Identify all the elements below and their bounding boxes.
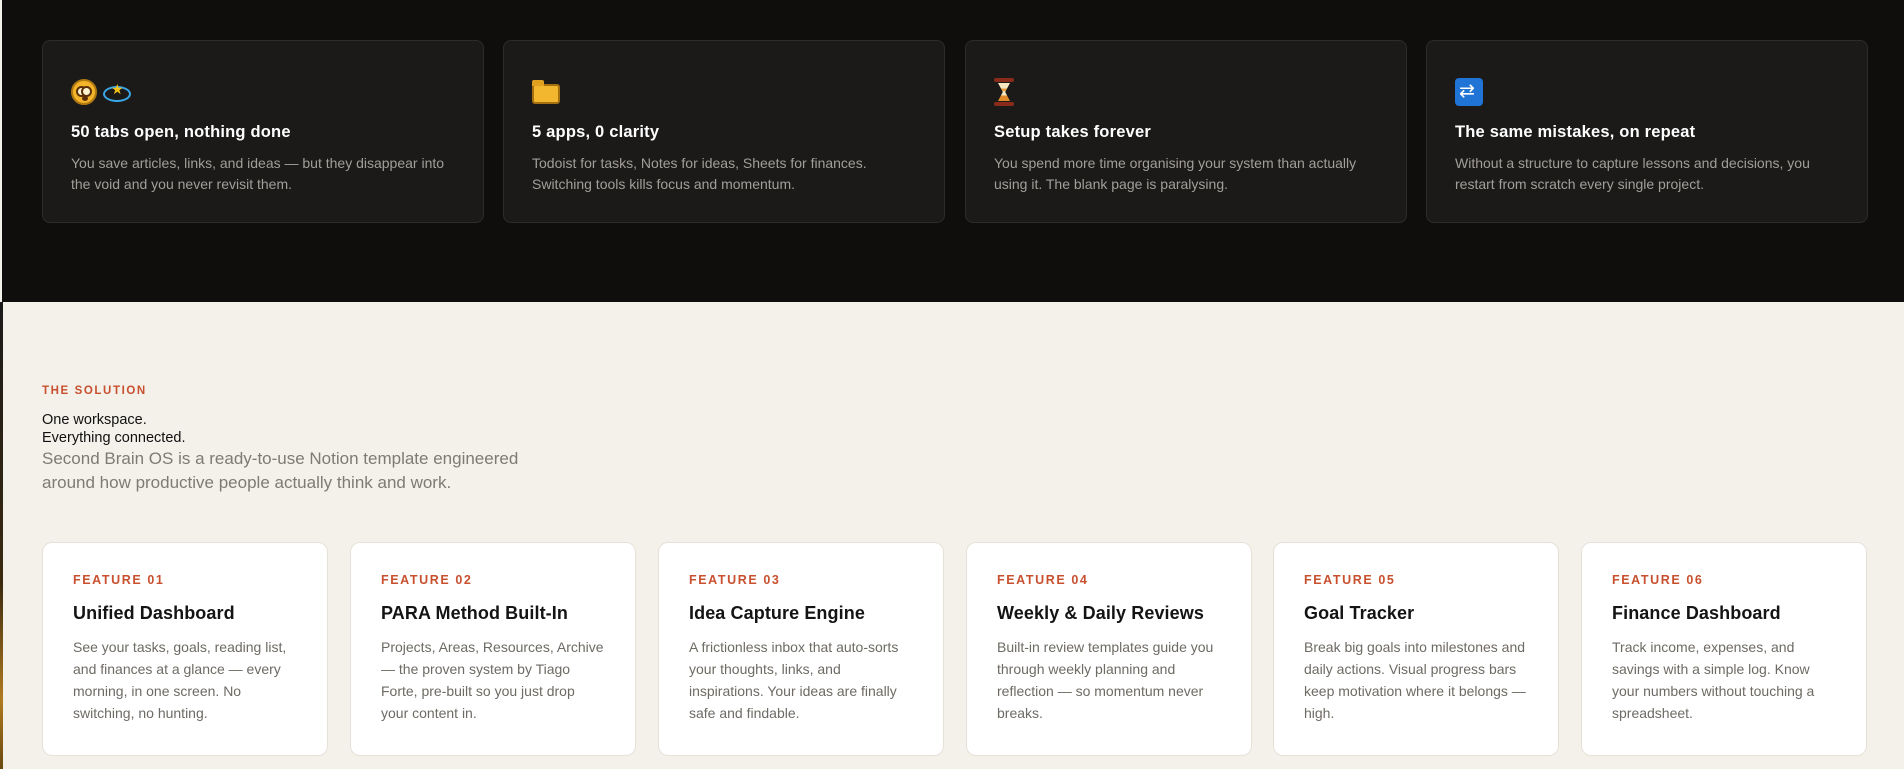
feature-title: Unified Dashboard	[73, 603, 235, 623]
feature-card: FEATURE 03 Idea Capture Engine A frictio…	[658, 542, 944, 756]
feature-description: See your tasks, goals, reading list, and…	[73, 639, 287, 721]
feature-card: FEATURE 02 PARA Method Built-In Projects…	[350, 542, 636, 756]
problem-title: Setup takes forever	[994, 123, 1151, 141]
problem-description: You spend more time organising your syst…	[994, 155, 1357, 192]
feature-title: Idea Capture Engine	[689, 603, 865, 623]
section-subheadline: Second Brain OS is a ready-to-use Notion…	[42, 449, 519, 492]
feature-card: FEATURE 01 Unified Dashboard See your ta…	[42, 542, 328, 756]
problem-card-mistakes: The same mistakes, on repeat Without a s…	[1426, 40, 1868, 223]
problem-card-apps: 5 apps, 0 clarity Todoist for tasks, Not…	[503, 40, 945, 223]
feature-card: FEATURE 05 Goal Tracker Break big goals …	[1273, 542, 1559, 756]
section-eyebrow: THE SOLUTION	[42, 385, 147, 397]
problem-description: You save articles, links, and ideas — bu…	[71, 155, 445, 192]
feature-title: Goal Tracker	[1304, 603, 1415, 623]
dizzy-icon	[101, 79, 131, 105]
problem-card-tabs: 50 tabs open, nothing done You save arti…	[42, 40, 484, 223]
problems-section: 50 tabs open, nothing done You save arti…	[2, 0, 1904, 302]
hourglass-icon	[994, 78, 1014, 106]
feature-number: FEATURE 05	[1304, 573, 1396, 587]
problem-card-setup: Setup takes forever You spend more time …	[965, 40, 1407, 223]
problem-description: Todoist for tasks, Notes for ideas, Shee…	[532, 155, 867, 192]
feature-title: Finance Dashboard	[1612, 603, 1781, 623]
feature-number: FEATURE 04	[997, 573, 1089, 587]
feature-description: Projects, Areas, Resources, Archive — th…	[381, 639, 604, 721]
feature-title: PARA Method Built-In	[381, 603, 568, 623]
feature-title: Weekly & Daily Reviews	[997, 603, 1204, 623]
problem-title: 5 apps, 0 clarity	[532, 123, 660, 141]
problem-title: 50 tabs open, nothing done	[71, 123, 291, 141]
feature-card: FEATURE 04 Weekly & Daily Reviews Built-…	[966, 542, 1252, 756]
feature-card: FEATURE 06 Finance Dashboard Track incom…	[1581, 542, 1867, 756]
headline-line-1: One workspace.	[42, 412, 147, 428]
section-headline: One workspace. Everything connected.	[42, 411, 185, 447]
feature-number: FEATURE 01	[73, 573, 165, 587]
feature-number: FEATURE 02	[381, 573, 473, 587]
feature-number: FEATURE 03	[689, 573, 781, 587]
feature-description: A frictionless inbox that auto-sorts you…	[689, 639, 899, 721]
headline-line-2: Everything connected.	[42, 430, 186, 446]
page-edge-strip	[0, 302, 3, 769]
feature-description: Break big goals into milestones and dail…	[1304, 639, 1526, 721]
folder-icon	[532, 80, 560, 104]
problem-description: Without a structure to capture lessons a…	[1455, 155, 1810, 192]
feature-description: Built-in review templates guide you thro…	[997, 639, 1214, 721]
face-with-spiral-eyes-icon	[71, 79, 97, 105]
feature-number: FEATURE 06	[1612, 573, 1704, 587]
repeat-icon	[1455, 78, 1483, 106]
feature-description: Track income, expenses, and savings with…	[1612, 639, 1815, 721]
problem-title: The same mistakes, on repeat	[1455, 123, 1696, 141]
